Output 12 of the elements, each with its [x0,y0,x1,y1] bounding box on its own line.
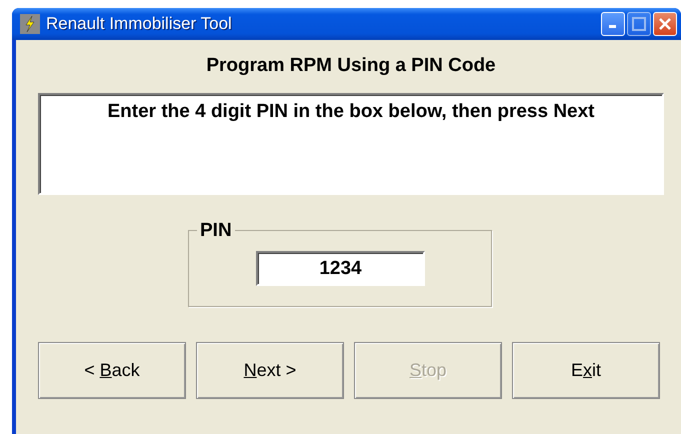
minimize-button[interactable] [601,12,625,36]
close-icon [658,17,672,31]
maximize-button[interactable] [627,12,651,36]
next-button[interactable]: Next > [196,342,344,399]
pin-field[interactable]: 1234 [256,251,425,286]
maximize-icon [632,17,646,31]
instruction-text: Enter the 4 digit PIN in the box below, then press Next [38,93,664,195]
back-button[interactable]: < Back [38,342,186,399]
close-button[interactable] [653,12,677,36]
dialog-heading: Program RPM Using a PIN Code [206,55,496,77]
exit-button[interactable]: Exit [512,342,660,399]
window-title: Renault Immobiliser Tool [46,14,233,34]
